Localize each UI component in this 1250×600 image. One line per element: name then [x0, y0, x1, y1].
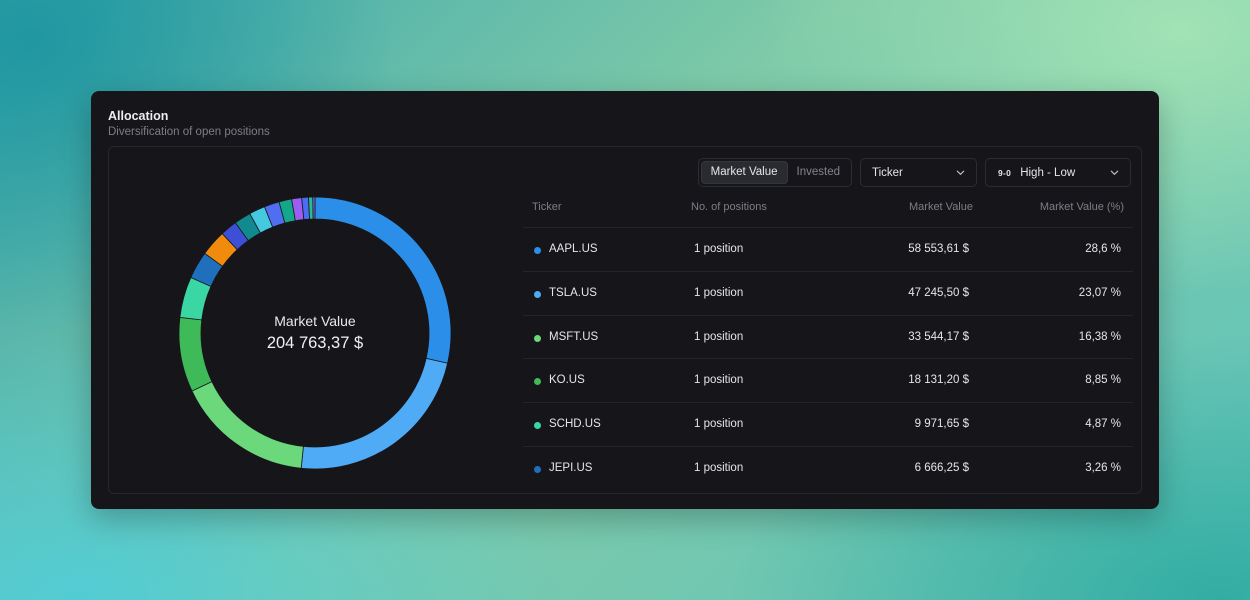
positions-cell: 1 position: [694, 330, 744, 343]
positions-cell: 1 position: [694, 374, 744, 387]
value-mode-toggle: Market Value Invested: [697, 158, 852, 187]
ticker-cell: SCHD.US: [549, 418, 601, 431]
ticker-select[interactable]: Ticker: [860, 158, 977, 187]
market-value-cell: 18 131,20 $: [908, 374, 969, 387]
market-value-pct-cell: 4,87 %: [1085, 418, 1121, 431]
toolbar: Market Value Invested Ticker 9-0 High - …: [697, 158, 1131, 187]
chevron-down-icon: [1109, 167, 1120, 178]
center-label: Market Value: [274, 313, 356, 329]
header-positions[interactable]: No. of positions: [691, 201, 767, 213]
allocation-panel: Market Value 204 763,37 $ Market Value I…: [108, 146, 1142, 494]
header-ticker[interactable]: Ticker: [532, 201, 562, 213]
table-header: Ticker No. of positions Market Value Mar…: [523, 187, 1133, 227]
market-value-cell: 47 245,50 $: [908, 286, 969, 299]
market-value-pct-cell: 28,6 %: [1085, 243, 1121, 255]
market-value-cell: 33 544,17 $: [908, 330, 969, 343]
ticker-cell: MSFT.US: [549, 330, 599, 343]
market-value-toggle[interactable]: Market Value: [700, 161, 788, 184]
card-title: Allocation: [108, 109, 169, 123]
header-market-value[interactable]: Market Value: [909, 201, 973, 213]
card-subtitle: Diversification of open positions: [108, 126, 270, 138]
table-row[interactable]: JEPI.US 1 position 6 666,25 $ 3,26 %: [523, 445, 1133, 490]
table-row[interactable]: KO.US 1 position 18 131,20 $ 8,85 %: [523, 358, 1133, 402]
allocation-card: Allocation Diversification of open posit…: [91, 91, 1159, 509]
table-row[interactable]: TSLA.US 1 position 47 245,50 $ 23,07 %: [523, 270, 1133, 315]
legend-dot: [534, 247, 541, 254]
positions-table: Ticker No. of positions Market Value Mar…: [523, 187, 1133, 490]
table-row[interactable]: AAPL.US 1 position 58 553,61 $ 28,6 %: [523, 227, 1133, 271]
market-value-cell: 58 553,61 $: [908, 243, 969, 255]
ticker-cell: AAPL.US: [549, 243, 598, 255]
positions-cell: 1 position: [694, 461, 744, 474]
ticker-cell: TSLA.US: [549, 286, 597, 299]
legend-dot: [534, 378, 541, 386]
legend-dot: [534, 290, 541, 298]
header-market-value-pct[interactable]: Market Value (%): [1040, 201, 1124, 213]
ticker-select-label: Ticker: [872, 166, 903, 179]
chevron-down-icon: [955, 167, 966, 178]
donut-center: Market Value 204 763,37 $: [177, 195, 453, 471]
market-value-pct-cell: 3,26 %: [1085, 461, 1121, 474]
sort-select-label: High - Low: [1020, 166, 1076, 179]
table-body: AAPL.US 1 position 58 553,61 $ 28,6 % TSLA.U…: [523, 227, 1133, 490]
market-value-pct-cell: 8,85 %: [1085, 374, 1121, 387]
market-value-cell: 6 666,25 $: [914, 461, 969, 474]
table-row[interactable]: MSFT.US 1 position 33 544,17 $ 16,38 %: [523, 314, 1133, 359]
legend-dot: [534, 465, 541, 473]
sort-numeric-icon: 9-0: [998, 167, 1012, 178]
ticker-cell: JEPI.US: [549, 461, 593, 474]
table-row[interactable]: SCHD.US 1 position 9 971,65 $ 4,87 %: [523, 402, 1133, 446]
ticker-cell: KO.US: [549, 374, 585, 387]
market-value-cell: 9 971,65 $: [914, 418, 969, 431]
positions-cell: 1 position: [694, 418, 744, 431]
donut-chart: Market Value 204 763,37 $: [177, 195, 453, 471]
positions-cell: 1 position: [694, 286, 744, 299]
legend-dot: [534, 334, 541, 342]
positions-cell: 1 position: [694, 243, 744, 255]
market-value-pct-cell: 16,38 %: [1078, 330, 1121, 343]
sort-select[interactable]: 9-0 High - Low: [985, 158, 1131, 187]
legend-dot: [534, 422, 541, 430]
center-value: 204 763,37 $: [266, 334, 364, 352]
invested-toggle[interactable]: Invested: [788, 161, 849, 184]
market-value-pct-cell: 23,07 %: [1078, 286, 1121, 299]
